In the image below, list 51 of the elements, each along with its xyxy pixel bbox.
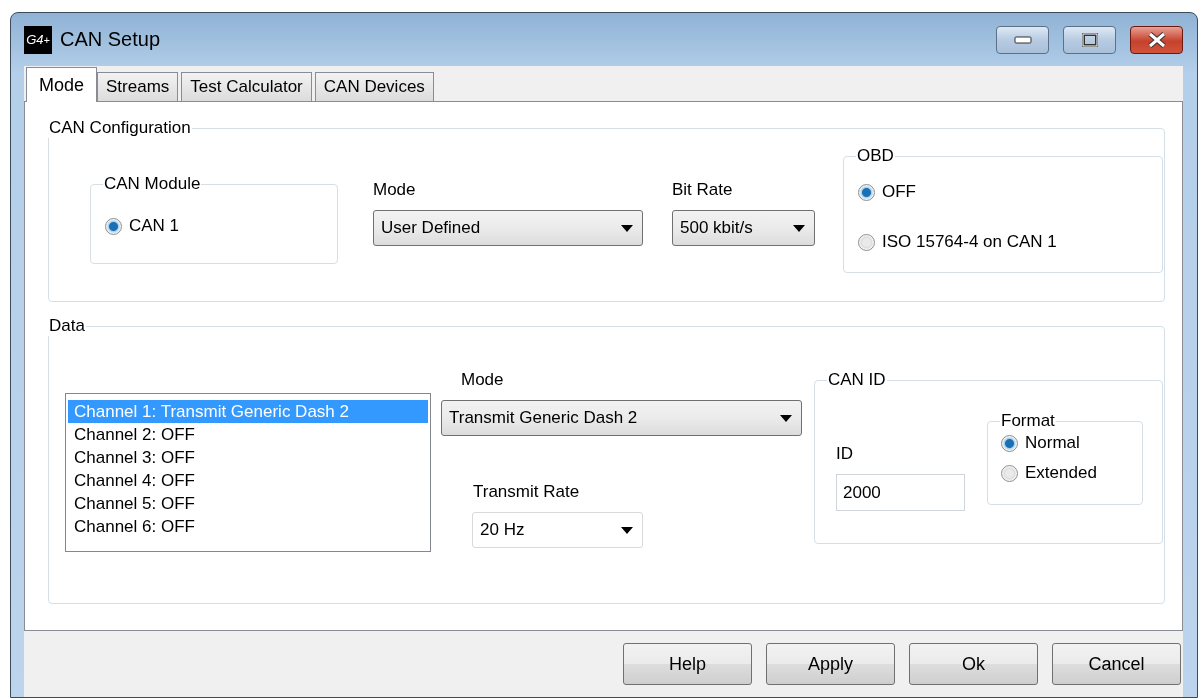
group-title: CAN Module xyxy=(103,174,202,194)
list-item[interactable]: Channel 3: OFF xyxy=(68,446,428,469)
field-label: Bit Rate xyxy=(672,180,734,200)
dialog-button[interactable]: Help xyxy=(623,643,752,685)
dropdown[interactable]: 20 Hz xyxy=(472,512,643,548)
maximize-icon xyxy=(1081,32,1098,47)
dropdown[interactable]: 500 kbit/s xyxy=(672,210,815,246)
group-title: CAN ID xyxy=(827,370,887,390)
dropdown[interactable]: User Defined xyxy=(373,210,643,246)
radio-button[interactable] xyxy=(105,217,122,235)
maximize-button[interactable] xyxy=(1063,25,1116,54)
radio-label: ISO 15764-4 on CAN 1 xyxy=(882,232,1057,252)
dropdown-arrow-icon xyxy=(793,224,805,232)
dropdown-arrow-icon xyxy=(621,526,633,534)
field-label: Mode xyxy=(461,370,505,390)
minimize-icon xyxy=(1013,35,1032,44)
radio-button[interactable] xyxy=(858,233,875,251)
radio-button[interactable] xyxy=(1001,434,1018,452)
close-icon xyxy=(1146,31,1167,48)
tab[interactable]: CAN Devices xyxy=(314,72,434,102)
window-title: CAN Setup xyxy=(60,28,162,51)
list-item[interactable]: Channel 5: OFF xyxy=(68,492,428,515)
group-title: OBD xyxy=(856,146,895,166)
radio-button[interactable] xyxy=(1001,464,1018,482)
id-input-field[interactable]: 2000 xyxy=(836,474,965,511)
field-label: Transmit Rate xyxy=(473,482,581,502)
group-title: Format xyxy=(1000,411,1056,431)
group-title: Data xyxy=(48,316,86,336)
group-title: CAN Configuration xyxy=(48,118,192,138)
radio-label: OFF xyxy=(882,182,916,202)
dialog-button[interactable]: Apply xyxy=(766,643,895,685)
tab[interactable]: Test Calculator xyxy=(181,72,312,102)
minimize-button[interactable] xyxy=(996,25,1049,54)
tab[interactable]: Mode xyxy=(26,67,98,102)
dialog-button[interactable]: Cancel xyxy=(1052,643,1181,685)
tab[interactable]: Streams xyxy=(97,72,179,102)
list-item[interactable]: Channel 2: OFF xyxy=(68,423,428,446)
dropdown-arrow-icon xyxy=(621,224,633,232)
radio-label: Normal xyxy=(1025,433,1080,453)
close-button[interactable] xyxy=(1130,25,1183,54)
dropdown[interactable]: Transmit Generic Dash 2 xyxy=(441,400,802,436)
list-item[interactable]: Channel 6: OFF xyxy=(68,515,428,538)
list-item[interactable]: Channel 4: OFF xyxy=(68,469,428,492)
dialog-button[interactable]: Ok xyxy=(909,643,1038,685)
field-label: Mode xyxy=(373,180,417,200)
radio-label: CAN 1 xyxy=(129,216,180,236)
radio-label: Extended xyxy=(1025,463,1097,483)
channel-list[interactable]: Channel 1: Transmit Generic Dash 2 Channel 2: OFF Channel 3: OFF Channel 4: OFF Channel 5: OFF Channel 6: OFF xyxy=(65,393,431,552)
dropdown-arrow-icon xyxy=(780,414,792,422)
field-label: ID xyxy=(836,444,854,464)
radio-button[interactable] xyxy=(858,183,875,201)
